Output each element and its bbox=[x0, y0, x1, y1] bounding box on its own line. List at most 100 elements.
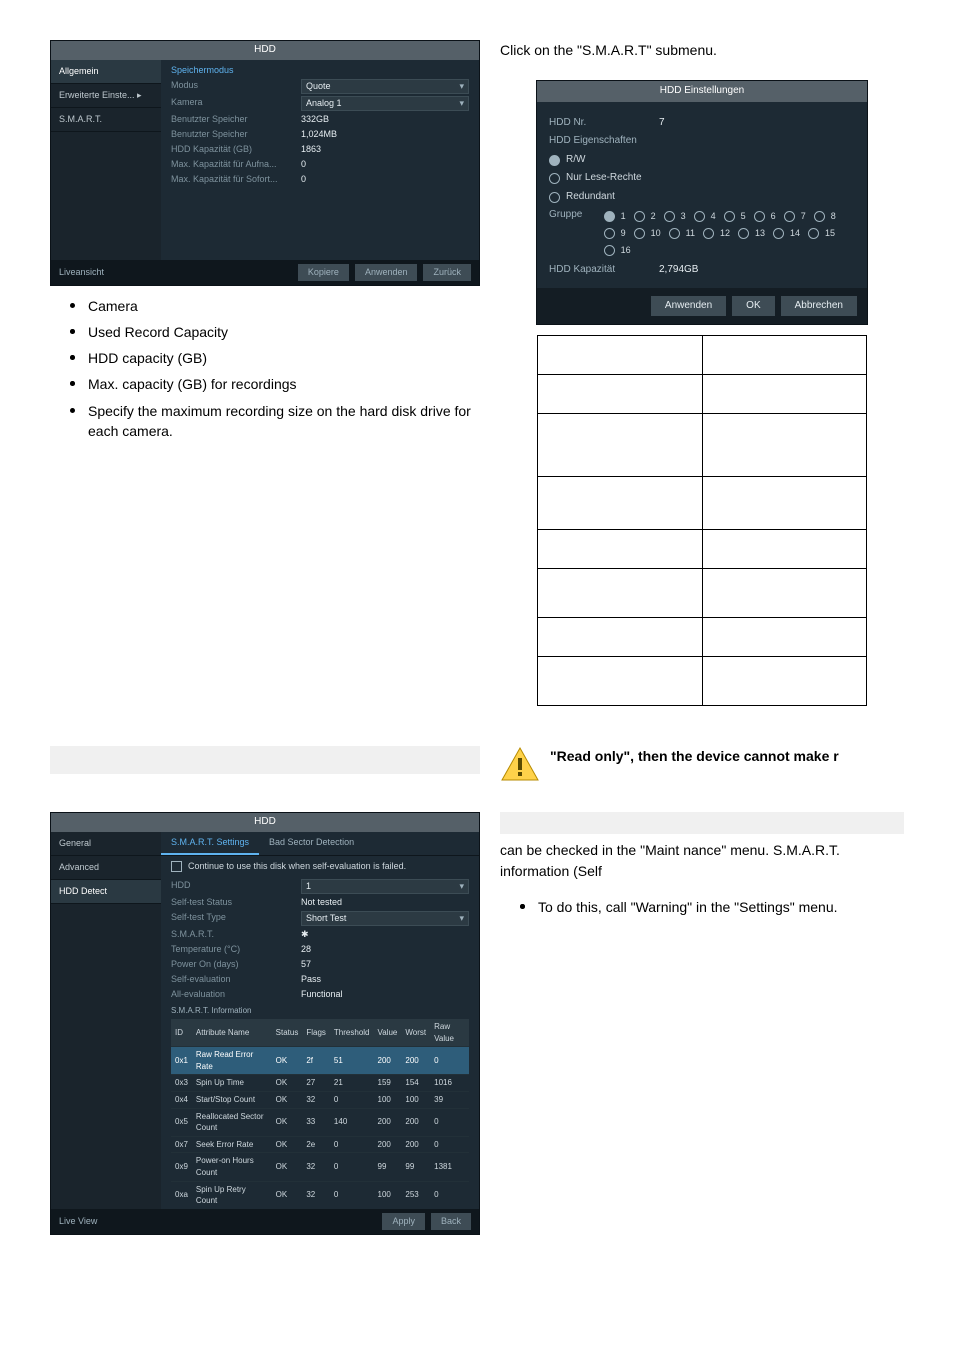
group-radio-9[interactable]: 9 bbox=[604, 227, 626, 240]
copy-button[interactable]: Kopiere bbox=[298, 264, 349, 281]
sidebar-item-smart[interactable]: S.M.A.R.T. bbox=[51, 108, 161, 132]
group-radio-2[interactable]: 2 bbox=[634, 210, 656, 223]
group-radio-4[interactable]: 4 bbox=[694, 210, 716, 223]
window-title: HDD bbox=[51, 813, 479, 832]
maint-text: can be checked in the "Maint nance" menu… bbox=[500, 840, 904, 881]
radio-rw[interactable]: R/W bbox=[549, 153, 855, 168]
tab-smart-settings[interactable]: S.M.A.R.T. Settings bbox=[161, 832, 259, 855]
radio-icon bbox=[604, 228, 615, 239]
table-row[interactable]: 0x5Reallocated Sector CountOK33140200200… bbox=[171, 1108, 469, 1136]
hdd-nr-label: HDD Nr. bbox=[549, 116, 659, 131]
radio-icon bbox=[549, 173, 560, 184]
dialog-cancel-button[interactable]: Abbrechen bbox=[781, 296, 857, 317]
label: Power On (days) bbox=[171, 958, 301, 971]
checkbox-label: Continue to use this disk when self-eval… bbox=[188, 860, 406, 873]
group-radio-10[interactable]: 10 bbox=[634, 227, 661, 240]
hdd-settings-dialog: HDD Einstellungen HDD Nr.7 HDD Eigenscha… bbox=[536, 80, 868, 325]
label: Temperature (°C) bbox=[171, 943, 301, 956]
col-header: Value bbox=[374, 1019, 402, 1047]
col-header: Status bbox=[272, 1019, 303, 1047]
radio-icon bbox=[724, 211, 735, 222]
group-radio-8[interactable]: 8 bbox=[814, 210, 836, 223]
dialog-apply-button[interactable]: Anwenden bbox=[651, 296, 726, 317]
radio-icon bbox=[634, 228, 645, 239]
back-button[interactable]: Back bbox=[431, 1213, 471, 1230]
apply-button[interactable]: Anwenden bbox=[355, 264, 418, 281]
group-radio-14[interactable]: 14 bbox=[773, 227, 800, 240]
sidebar-item-erweitert[interactable]: Erweiterte Einste... ▸ bbox=[51, 84, 161, 108]
smart-info-label: S.M.A.R.T. Information bbox=[171, 1005, 469, 1017]
value[interactable]: Short Test bbox=[301, 911, 469, 926]
col-header: Threshold bbox=[330, 1019, 374, 1047]
col-header: Flags bbox=[302, 1019, 330, 1047]
table-row[interactable]: 0x1Raw Read Error RateOK2f512002000 bbox=[171, 1047, 469, 1075]
back-button[interactable]: Zurück bbox=[423, 264, 471, 281]
value: Functional bbox=[301, 988, 469, 1001]
label-used-rec2: Benutzter Speicher bbox=[171, 128, 301, 141]
col-header: Worst bbox=[401, 1019, 430, 1047]
group-radio-12[interactable]: 12 bbox=[703, 227, 730, 240]
group-radio-7[interactable]: 7 bbox=[784, 210, 806, 223]
col-header: ID bbox=[171, 1019, 192, 1047]
checkbox-icon bbox=[171, 861, 182, 872]
label: Self-evaluation bbox=[171, 973, 301, 986]
bullet: To do this, call "Warning" in the "Setti… bbox=[520, 897, 904, 917]
hdd-capacity-value: 2,794GB bbox=[659, 263, 855, 278]
sidebar-item-hdd-detect[interactable]: HDD Detect bbox=[51, 880, 161, 904]
dialog-ok-button[interactable]: OK bbox=[732, 296, 774, 317]
radio-icon bbox=[738, 228, 749, 239]
sidebar-item-general[interactable]: General bbox=[51, 832, 161, 856]
group-label: Gruppe bbox=[549, 208, 604, 223]
radio-readonly[interactable]: Nur Lese-Rechte bbox=[549, 171, 855, 186]
tab-bad-sector[interactable]: Bad Sector Detection bbox=[259, 832, 364, 855]
apply-button[interactable]: Apply bbox=[382, 1213, 425, 1230]
radio-icon bbox=[549, 155, 560, 166]
liveview-link[interactable]: Liveansicht bbox=[59, 266, 104, 279]
group-radio-13[interactable]: 13 bbox=[738, 227, 765, 240]
label: All-evaluation bbox=[171, 988, 301, 1001]
table-row[interactable]: 0x9Power-on Hours CountOK32099991381 bbox=[171, 1153, 469, 1181]
group-radio-15[interactable]: 15 bbox=[808, 227, 835, 240]
sidebar-item-allgemein[interactable]: Allgemein bbox=[51, 60, 161, 84]
radio-icon bbox=[814, 211, 825, 222]
label-max-sofort: Max. Kapazität für Sofort... bbox=[171, 173, 301, 186]
group-radio-11[interactable]: 11 bbox=[669, 227, 695, 240]
label-hdd-cap: HDD Kapazität (GB) bbox=[171, 143, 301, 156]
bullet: Camera bbox=[70, 296, 480, 316]
group-radio-1[interactable]: 1 bbox=[604, 210, 626, 223]
label-modus: Modus bbox=[171, 79, 301, 94]
table-row[interactable]: 0x7Seek Error RateOK2e02002000 bbox=[171, 1136, 469, 1153]
radio-icon bbox=[664, 211, 675, 222]
sidebar-item-advanced[interactable]: Advanced bbox=[51, 856, 161, 880]
hdd-quota-window: HDD Allgemein Erweiterte Einste... ▸ S.M… bbox=[50, 40, 480, 286]
group-radio-5[interactable]: 5 bbox=[724, 210, 746, 223]
warning-icon bbox=[500, 746, 540, 782]
select-kamera[interactable]: Analog 1 bbox=[301, 96, 469, 111]
content-panel: Speichermodus ModusQuote KameraAnalog 1 … bbox=[161, 60, 479, 260]
bullet-list-1: Camera Used Record Capacity HDD capacity… bbox=[70, 296, 480, 442]
label-max-aufna: Max. Kapazität für Aufna... bbox=[171, 158, 301, 171]
continue-checkbox-row[interactable]: Continue to use this disk when self-eval… bbox=[161, 856, 479, 877]
value: Not tested bbox=[301, 896, 469, 909]
warning-text: "Read only", then the device cannot make… bbox=[550, 746, 839, 766]
radio-icon bbox=[703, 228, 714, 239]
value-max-aufna: 0 bbox=[301, 158, 469, 171]
group-radio-3[interactable]: 3 bbox=[664, 210, 686, 223]
label: HDD bbox=[171, 879, 301, 894]
radio-redundant[interactable]: Redundant bbox=[549, 190, 855, 205]
table-row[interactable]: 0x3Spin Up TimeOK27211591541016 bbox=[171, 1075, 469, 1092]
group-radio-6[interactable]: 6 bbox=[754, 210, 776, 223]
radio-icon bbox=[694, 211, 705, 222]
group-radio-16[interactable]: 16 bbox=[604, 244, 631, 257]
value[interactable]: 1 bbox=[301, 879, 469, 894]
section-header: Speichermodus bbox=[171, 64, 469, 77]
col-header: Attribute Name bbox=[192, 1019, 272, 1047]
radio-icon bbox=[773, 228, 784, 239]
intro-text: Click on the "S.M.A.R.T" submenu. bbox=[500, 40, 904, 60]
table-row[interactable]: 0x4Start/Stop CountOK32010010039 bbox=[171, 1091, 469, 1108]
liveview-link[interactable]: Live View bbox=[59, 1215, 97, 1228]
table-row[interactable]: 0xaSpin Up Retry CountOK3201002530 bbox=[171, 1181, 469, 1209]
warning-note: "Read only", then the device cannot make… bbox=[500, 746, 904, 782]
bullet-list-2: To do this, call "Warning" in the "Setti… bbox=[520, 897, 904, 917]
select-modus[interactable]: Quote bbox=[301, 79, 469, 94]
